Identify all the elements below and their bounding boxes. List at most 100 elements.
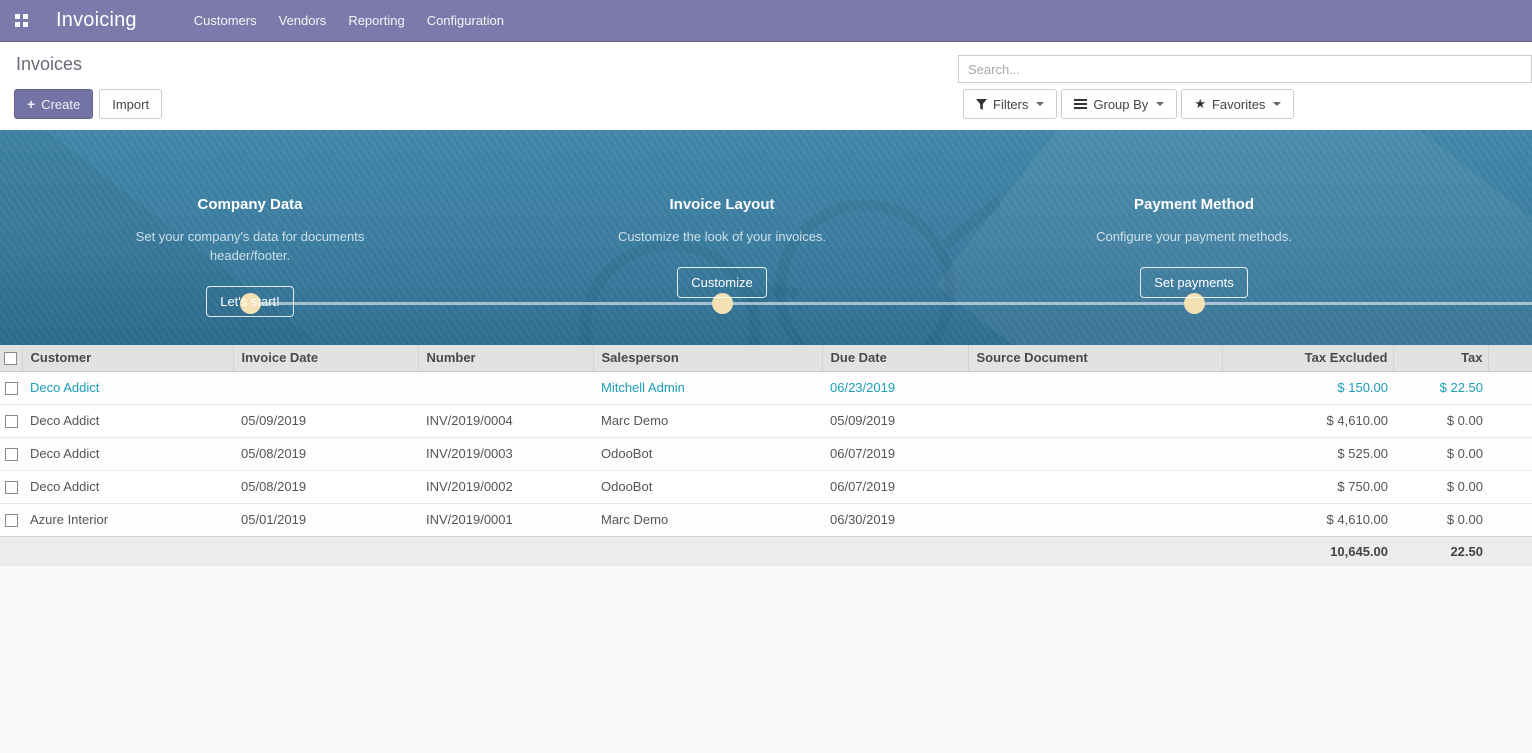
top-navbar: Invoicing Customers Vendors Reporting Co… bbox=[0, 0, 1532, 42]
row-checkbox[interactable] bbox=[5, 382, 18, 395]
cell-tax-excluded[interactable]: $ 4,610.00 bbox=[1222, 404, 1393, 437]
cell-number[interactable]: INV/2019/0002 bbox=[418, 470, 593, 503]
cell-tax[interactable]: $ 0.00 bbox=[1393, 437, 1488, 470]
cell-invoice-date[interactable] bbox=[233, 371, 418, 404]
cell-invoice-date[interactable]: 05/08/2019 bbox=[233, 470, 418, 503]
cell-salesperson[interactable]: Marc Demo bbox=[593, 503, 822, 536]
step-description: Configure your payment methods. bbox=[1079, 227, 1309, 246]
column-header-invoice-date[interactable]: Invoice Date bbox=[233, 345, 418, 371]
favorites-button[interactable]: ★ Favorites bbox=[1181, 89, 1294, 119]
column-header-due-date[interactable]: Due Date bbox=[822, 345, 968, 371]
navbar-menus: Customers Vendors Reporting Configuratio… bbox=[183, 0, 515, 42]
cell-salesperson[interactable]: OdooBot bbox=[593, 437, 822, 470]
set-payments-button[interactable]: Set payments bbox=[1140, 267, 1248, 298]
row-checkbox[interactable] bbox=[5, 415, 18, 428]
cell-source-document[interactable] bbox=[968, 404, 1222, 437]
cell-number[interactable]: INV/2019/0004 bbox=[418, 404, 593, 437]
menu-customers[interactable]: Customers bbox=[183, 0, 268, 42]
lets-start-button[interactable]: Let's start! bbox=[206, 286, 294, 317]
apps-menu-button[interactable] bbox=[6, 6, 36, 36]
menu-vendors[interactable]: Vendors bbox=[268, 0, 338, 42]
onboarding-timeline bbox=[250, 302, 1532, 305]
row-checkbox[interactable] bbox=[5, 481, 18, 494]
cell-due-date[interactable]: 05/09/2019 bbox=[822, 404, 968, 437]
cell-tax[interactable]: $ 22.50 bbox=[1393, 371, 1488, 404]
table-row[interactable]: Deco Addict 05/09/2019 INV/2019/0004 Mar… bbox=[0, 404, 1532, 437]
step-description: Customize the look of your invoices. bbox=[607, 227, 837, 246]
onboarding-step-invoice-layout: Invoice Layout Customize the look of you… bbox=[562, 196, 882, 298]
column-header-tax[interactable]: Tax bbox=[1393, 345, 1488, 371]
cell-due-date[interactable]: 06/23/2019 bbox=[822, 371, 968, 404]
row-checkbox[interactable] bbox=[5, 448, 18, 461]
search-box bbox=[958, 55, 1532, 83]
step-title: Company Data bbox=[90, 196, 410, 213]
cell-source-document[interactable] bbox=[968, 470, 1222, 503]
cell-tax-excluded[interactable]: $ 150.00 bbox=[1222, 371, 1393, 404]
cell-tax[interactable]: $ 0.00 bbox=[1393, 404, 1488, 437]
cell-invoice-date[interactable]: 05/09/2019 bbox=[233, 404, 418, 437]
cell-tax-excluded[interactable]: $ 525.00 bbox=[1222, 437, 1393, 470]
cell-customer[interactable]: Deco Addict bbox=[22, 371, 233, 404]
table-row[interactable]: Deco Addict 05/08/2019 INV/2019/0003 Odo… bbox=[0, 437, 1532, 470]
cell-tax-excluded[interactable]: $ 750.00 bbox=[1222, 470, 1393, 503]
cell-source-document[interactable] bbox=[968, 503, 1222, 536]
column-header-tax-excluded[interactable]: Tax Excluded bbox=[1222, 345, 1393, 371]
caret-down-icon bbox=[1273, 102, 1281, 106]
step-title: Invoice Layout bbox=[562, 196, 882, 213]
app-title[interactable]: Invoicing bbox=[56, 9, 137, 32]
column-header-customer[interactable]: Customer bbox=[22, 345, 233, 371]
list-lines-icon bbox=[1074, 97, 1087, 111]
menu-reporting[interactable]: Reporting bbox=[337, 0, 415, 42]
total-tax: 22.50 bbox=[1393, 536, 1488, 566]
cell-customer[interactable]: Deco Addict bbox=[22, 404, 233, 437]
cell-source-document[interactable] bbox=[968, 371, 1222, 404]
cell-due-date[interactable]: 06/07/2019 bbox=[822, 470, 968, 503]
filters-button-label: Filters bbox=[993, 97, 1028, 112]
page-title: Invoices bbox=[16, 54, 82, 75]
cell-due-date[interactable]: 06/30/2019 bbox=[822, 503, 968, 536]
onboarding-step-payment-method: Payment Method Configure your payment me… bbox=[1034, 196, 1354, 298]
import-button-label: Import bbox=[112, 97, 149, 112]
select-all-checkbox[interactable] bbox=[4, 352, 17, 365]
cell-salesperson[interactable]: OdooBot bbox=[593, 470, 822, 503]
cell-number[interactable]: INV/2019/0001 bbox=[418, 503, 593, 536]
cell-customer[interactable]: Deco Addict bbox=[22, 437, 233, 470]
cell-source-document[interactable] bbox=[968, 437, 1222, 470]
total-tax-excluded: 10,645.00 bbox=[1222, 536, 1393, 566]
import-button[interactable]: Import bbox=[99, 89, 162, 119]
caret-down-icon bbox=[1036, 102, 1044, 106]
cell-tax[interactable]: $ 0.00 bbox=[1393, 503, 1488, 536]
column-header-spacer bbox=[1488, 345, 1532, 371]
create-button[interactable]: + Create bbox=[14, 89, 93, 119]
caret-down-icon bbox=[1156, 102, 1164, 106]
group-by-button-label: Group By bbox=[1093, 97, 1148, 112]
group-by-button[interactable]: Group By bbox=[1061, 89, 1177, 119]
cell-salesperson[interactable]: Marc Demo bbox=[593, 404, 822, 437]
column-header-source-document[interactable]: Source Document bbox=[968, 345, 1222, 371]
filters-button[interactable]: Filters bbox=[963, 89, 1057, 119]
table-row[interactable]: Deco Addict Mitchell Admin 06/23/2019 $ … bbox=[0, 371, 1532, 404]
star-icon: ★ bbox=[1194, 96, 1206, 112]
table-row[interactable]: Deco Addict 05/08/2019 INV/2019/0002 Odo… bbox=[0, 470, 1532, 503]
cell-salesperson[interactable]: Mitchell Admin bbox=[593, 371, 822, 404]
menu-configuration[interactable]: Configuration bbox=[416, 0, 515, 42]
cell-due-date[interactable]: 06/07/2019 bbox=[822, 437, 968, 470]
onboarding-banner: Company Data Set your company's data for… bbox=[0, 130, 1532, 345]
cell-invoice-date[interactable]: 05/08/2019 bbox=[233, 437, 418, 470]
table-header: Customer Invoice Date Number Salesperson… bbox=[0, 345, 1532, 371]
control-panel: Invoices + Create Import Filters Group B… bbox=[0, 42, 1532, 130]
column-header-number[interactable]: Number bbox=[418, 345, 593, 371]
table-row[interactable]: Azure Interior 05/01/2019 INV/2019/0001 … bbox=[0, 503, 1532, 536]
customize-button[interactable]: Customize bbox=[677, 267, 766, 298]
cell-tax[interactable]: $ 0.00 bbox=[1393, 470, 1488, 503]
cell-number[interactable]: INV/2019/0003 bbox=[418, 437, 593, 470]
row-checkbox[interactable] bbox=[5, 514, 18, 527]
cell-customer[interactable]: Azure Interior bbox=[22, 503, 233, 536]
cell-customer[interactable]: Deco Addict bbox=[22, 470, 233, 503]
cell-tax-excluded[interactable]: $ 4,610.00 bbox=[1222, 503, 1393, 536]
invoice-list-table: Customer Invoice Date Number Salesperson… bbox=[0, 345, 1532, 566]
column-header-salesperson[interactable]: Salesperson bbox=[593, 345, 822, 371]
cell-invoice-date[interactable]: 05/01/2019 bbox=[233, 503, 418, 536]
search-input[interactable] bbox=[958, 55, 1532, 83]
cell-number[interactable] bbox=[418, 371, 593, 404]
